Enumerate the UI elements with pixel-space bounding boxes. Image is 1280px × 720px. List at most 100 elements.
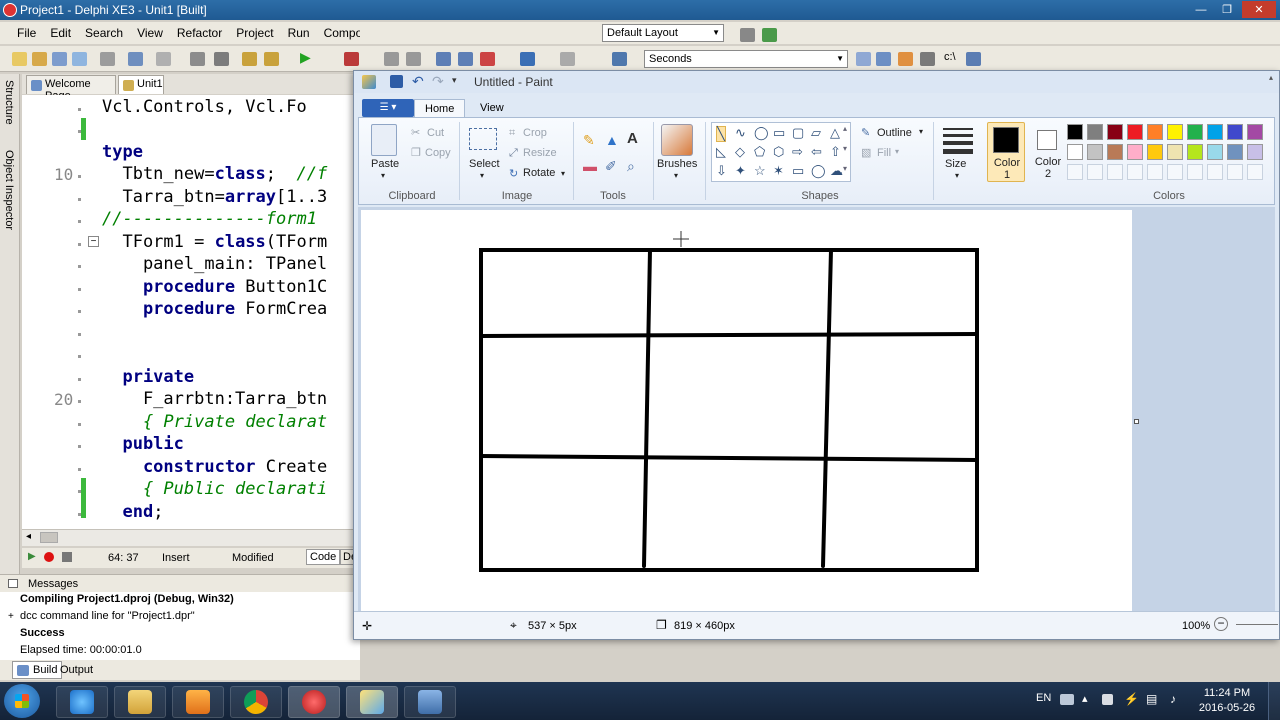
palette-color[interactable] xyxy=(1207,124,1223,140)
volume-icon[interactable]: ♪ xyxy=(1170,692,1176,706)
palette-color[interactable] xyxy=(1207,144,1223,160)
shape-down-arrow-icon[interactable]: ⇩ xyxy=(716,164,727,178)
chevron-down-icon[interactable]: ▾ xyxy=(480,171,484,180)
fill-bucket-icon[interactable]: ▲ xyxy=(605,132,619,148)
palette-color[interactable] xyxy=(1107,144,1123,160)
brushes-button[interactable]: Brushes xyxy=(657,158,697,170)
custom-color-slot[interactable] xyxy=(1147,164,1163,180)
canvas-resize-handle-right[interactable] xyxy=(1134,419,1139,424)
tab-code[interactable]: Code xyxy=(306,549,341,565)
select-button[interactable]: Select xyxy=(469,158,500,170)
editor-horizontal-scrollbar[interactable]: ◂ xyxy=(22,529,362,546)
color2-button[interactable]: Color 2 xyxy=(1029,122,1067,182)
quick-save-icon[interactable] xyxy=(390,75,403,88)
shape-oval-callout-icon[interactable]: ◯ xyxy=(811,164,826,178)
minimize-button[interactable]: — xyxy=(1190,1,1212,18)
step-into-icon[interactable] xyxy=(436,52,451,66)
gallery-up-icon[interactable]: ▴ xyxy=(843,124,847,133)
chevron-down-icon[interactable]: ▾ xyxy=(919,127,923,136)
palette-color[interactable] xyxy=(1107,124,1123,140)
start-button[interactable] xyxy=(4,684,40,718)
taskbar-chrome[interactable] xyxy=(230,686,282,718)
play-macro-icon[interactable]: ▶ xyxy=(28,551,36,562)
keyboard-icon[interactable] xyxy=(1060,694,1074,705)
copy-button[interactable]: Copy xyxy=(425,147,451,159)
select-icon[interactable] xyxy=(469,128,497,150)
text-tool-icon[interactable]: A xyxy=(627,130,638,147)
shape-left-arrow-icon[interactable]: ⇦ xyxy=(811,145,822,159)
palette-color[interactable] xyxy=(1167,144,1183,160)
gallery-more-icon[interactable]: ▾ xyxy=(843,164,847,173)
paste-button[interactable]: Paste xyxy=(371,158,399,170)
layout-combo[interactable]: Default Layout ▼ xyxy=(602,24,724,42)
stop-icon[interactable] xyxy=(406,52,421,66)
palette-color[interactable] xyxy=(1247,124,1263,140)
taskbar-explorer[interactable] xyxy=(114,686,166,718)
chevron-down-icon[interactable]: ▾ xyxy=(895,147,899,156)
taskbar-app[interactable] xyxy=(404,686,456,718)
save-desktop-icon[interactable] xyxy=(740,28,755,42)
palette-color[interactable] xyxy=(1227,144,1243,160)
show-hidden-icons-icon[interactable]: ▴ xyxy=(1082,692,1088,705)
cut-button[interactable]: Cut xyxy=(427,127,444,139)
palette-color[interactable] xyxy=(1167,124,1183,140)
palette-color[interactable] xyxy=(1087,144,1103,160)
forward-icon[interactable] xyxy=(560,52,575,66)
shape-rectangle-icon[interactable]: ▭ xyxy=(773,126,785,140)
shape-pentagon-icon[interactable]: ⬠ xyxy=(754,145,765,159)
shape-six-point-star-icon[interactable]: ✶ xyxy=(773,164,784,178)
custom-color-slot[interactable] xyxy=(1227,164,1243,180)
custom-color-slot[interactable] xyxy=(1207,164,1223,180)
magnifier-icon[interactable]: ⌕ xyxy=(627,158,635,175)
network-icon[interactable]: ▤ xyxy=(1146,692,1157,706)
step-over-icon[interactable] xyxy=(458,52,473,66)
shape-oval-icon[interactable]: ◯ xyxy=(754,126,769,140)
outline-button[interactable]: Outline xyxy=(877,127,912,139)
shape-rounded-callout-icon[interactable]: ▭ xyxy=(792,164,804,178)
tab-home[interactable]: Home xyxy=(414,99,466,119)
palette-color[interactable] xyxy=(1127,144,1143,160)
pause-icon[interactable] xyxy=(384,52,399,66)
palette-color[interactable] xyxy=(1187,124,1203,140)
shape-curve-icon[interactable]: ∿ xyxy=(735,126,746,140)
shape-four-point-star-icon[interactable]: ✦ xyxy=(735,164,746,178)
scroll-thumb[interactable] xyxy=(40,532,58,543)
redo-icon[interactable]: ↷ xyxy=(432,73,444,90)
seconds-combo[interactable]: Seconds ▼ xyxy=(644,50,848,68)
shape-five-point-star-icon[interactable]: ☆ xyxy=(754,164,766,178)
crop-button[interactable]: Crop xyxy=(523,127,547,139)
scroll-up-icon[interactable]: ▴ xyxy=(1269,73,1273,82)
record-macro-icon[interactable] xyxy=(44,552,54,562)
size-icon[interactable] xyxy=(943,128,973,130)
rotate-button[interactable]: Rotate xyxy=(523,167,555,179)
palette-color[interactable] xyxy=(1247,144,1263,160)
custom-color-slot[interactable] xyxy=(1107,164,1123,180)
custom-color-slot[interactable] xyxy=(1087,164,1103,180)
brush-icon[interactable] xyxy=(661,124,693,156)
scroll-left-icon[interactable]: ◂ xyxy=(26,531,31,542)
shape-right-arrow-icon[interactable]: ⇨ xyxy=(792,145,803,159)
shape-line-icon[interactable]: ╲ xyxy=(716,126,726,142)
shape-right-triangle-icon[interactable]: ◺ xyxy=(716,145,726,159)
size-button[interactable]: Size xyxy=(945,158,966,170)
gallery-down-icon[interactable]: ▾ xyxy=(843,144,847,153)
taskbar-paint[interactable] xyxy=(346,686,398,718)
clock[interactable]: 11:24 PM 2016-05-26 xyxy=(1196,686,1258,716)
palette-color[interactable] xyxy=(1147,124,1163,140)
show-desktop-button[interactable] xyxy=(1268,682,1280,720)
shape-triangle-icon[interactable]: △ xyxy=(830,126,840,140)
pencil-icon[interactable]: ✎ xyxy=(583,132,595,149)
deploy-icon[interactable] xyxy=(612,52,627,66)
fill-button[interactable]: Fill xyxy=(877,147,891,159)
chevron-down-icon[interactable]: ▾ xyxy=(561,169,565,178)
trace-icon[interactable] xyxy=(480,52,495,66)
zoom-slider[interactable] xyxy=(1236,624,1278,625)
taskbar-delphi[interactable] xyxy=(288,686,340,718)
stop-macro-icon[interactable] xyxy=(62,552,72,562)
aqtime-icon-1[interactable] xyxy=(856,52,871,66)
palette-color[interactable] xyxy=(1127,124,1143,140)
chevron-down-icon[interactable]: ▾ xyxy=(674,171,678,180)
zoom-out-button[interactable]: − xyxy=(1214,617,1228,631)
power-icon[interactable]: ⚡ xyxy=(1124,692,1139,706)
shape-cloud-callout-icon[interactable]: ☁ xyxy=(830,164,843,178)
